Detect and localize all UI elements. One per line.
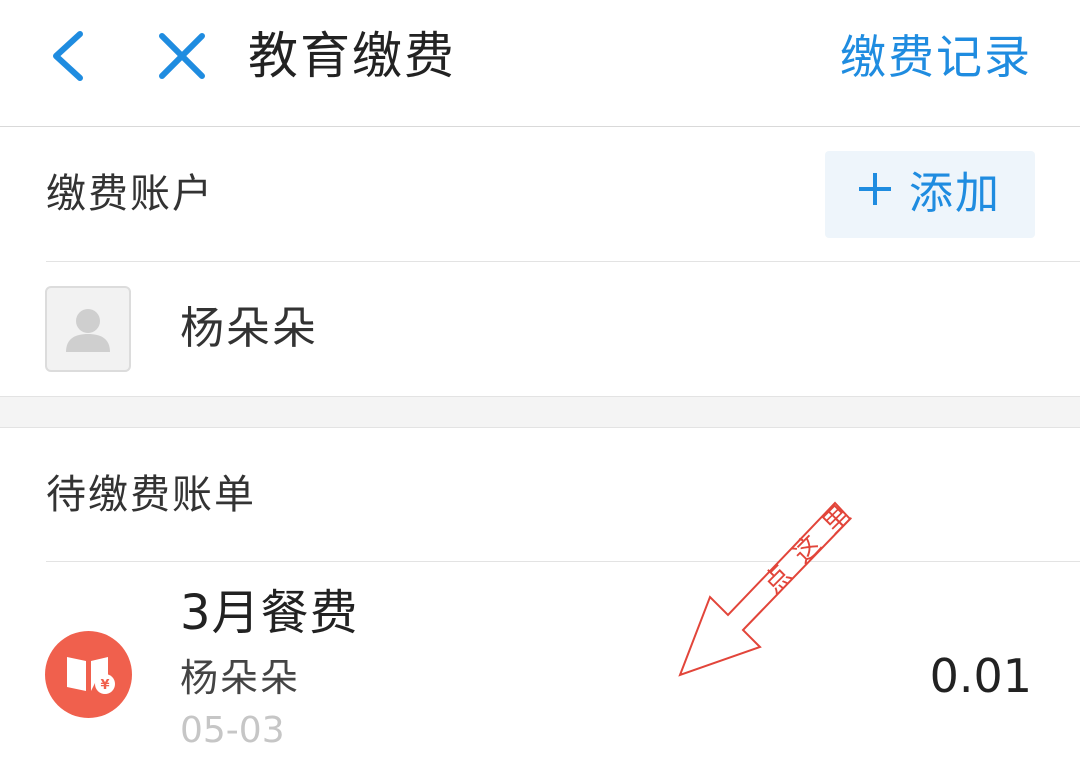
bill-payer: 杨朵朵 [180,656,301,700]
chevron-left-icon [53,31,83,81]
account-section-label: 缴费账户 [46,171,214,217]
payment-history-link[interactable]: 缴费记录 [840,28,1032,86]
page-title: 教育缴费 [248,27,456,85]
avatar [45,286,131,372]
bill-date: 05-03 [180,710,285,751]
close-icon [159,33,205,79]
book-yuan-icon: ¥ [67,657,115,694]
bill-title: 3月餐费 [180,585,359,641]
bill-list-item[interactable]: ¥ 3月餐费 杨朵朵 05-03 0.01 [0,562,1080,777]
bill-icon-badge: ¥ [45,631,132,718]
add-account-label: 添加 [909,168,1001,219]
plus-icon [859,173,891,205]
title-bar: 教育缴费 缴费记录 [0,0,1080,127]
back-button[interactable] [46,28,90,84]
section-separator [0,396,1080,428]
account-section-header: 缴费账户 添加 [0,127,1080,261]
add-account-button[interactable]: 添加 [825,151,1035,238]
close-button[interactable] [154,28,210,84]
account-name: 杨朵朵 [180,303,318,354]
education-payment-page: 教育缴费 缴费记录 缴费账户 添加 杨朵朵 待缴费账单 ¥ 3月餐费 杨朵朵 0… [0,0,1080,777]
bills-section-header: 待缴费账单 [0,428,1080,561]
bills-section-label: 待缴费账单 [46,472,256,518]
user-placeholder-icon [66,309,110,352]
bill-amount: 0.01 [929,649,1032,703]
account-list-item[interactable]: 杨朵朵 [0,262,1080,396]
svg-text:¥: ¥ [100,678,109,693]
